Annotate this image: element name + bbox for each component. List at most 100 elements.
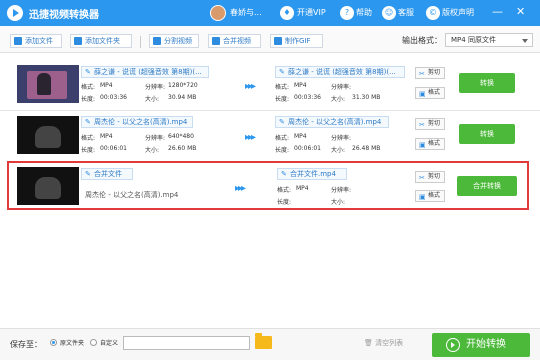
app-title: 迅捷视频转换器 xyxy=(29,10,99,21)
format-button[interactable]: ▣ 格式 xyxy=(415,87,445,99)
scissors-icon: ✂ xyxy=(419,174,425,182)
output-format: MP4 xyxy=(294,82,307,89)
merge-output-name[interactable]: 合并文件.mp4 xyxy=(277,168,347,180)
convert-button[interactable]: 转换 xyxy=(459,73,515,93)
output-size: 31.30 MB xyxy=(352,94,381,101)
add-folder-button[interactable]: 添加文件夹 xyxy=(70,34,132,48)
source-duration: 00:06:01 xyxy=(100,145,127,152)
clear-list-button[interactable]: 🗑 清空列表 xyxy=(364,338,403,348)
add-file-button[interactable]: 添加文件 xyxy=(10,34,62,48)
custom-folder-radio[interactable] xyxy=(90,339,97,346)
app-logo-icon xyxy=(7,5,23,21)
divider xyxy=(140,36,141,48)
scissors-icon: ✂ xyxy=(419,70,425,78)
folder-icon xyxy=(74,37,82,45)
output-size: 26.48 MB xyxy=(352,145,381,152)
source-format: MP4 xyxy=(100,82,113,89)
help-link[interactable]: 帮助 xyxy=(356,7,372,18)
arrow-right-icon: ▸▸▸ xyxy=(235,183,246,194)
plus-icon xyxy=(14,37,22,45)
source-file-name[interactable]: 周杰伦 - 以父之名(高清).mp4 xyxy=(81,116,193,128)
cut-button[interactable]: ✂ 剪切 xyxy=(415,118,445,130)
make-gif-button[interactable]: 制作GIF xyxy=(270,34,323,48)
save-to-label: 保存至： xyxy=(10,340,42,349)
video-thumbnail xyxy=(17,116,79,154)
toolbar: 添加文件 添加文件夹 分割视频 合并视频 制作GIF 输出格式： MP4 同原文… xyxy=(0,26,540,53)
format-button[interactable]: ▣ 格式 xyxy=(415,190,445,202)
split-icon xyxy=(153,37,161,45)
gif-icon xyxy=(274,37,282,45)
convert-button[interactable]: 转换 xyxy=(459,124,515,144)
cut-button[interactable]: ✂ 剪切 xyxy=(415,67,445,79)
copyright-link[interactable]: 版权声明 xyxy=(442,7,474,18)
scissors-icon: ✂ xyxy=(419,121,425,129)
duration-label: 长度: xyxy=(277,199,292,206)
vip-link[interactable]: 开通VIP xyxy=(297,7,326,18)
resolution-label: 分辨率: xyxy=(145,135,166,142)
folder-icon[interactable] xyxy=(255,333,272,349)
merge-icon xyxy=(212,37,220,45)
file-row: 周杰伦 - 以父之名(高清).mp4 格式: MP4 分辨率: 640*480 … xyxy=(11,112,527,158)
duration-label: 长度: xyxy=(81,96,96,103)
output-duration: 00:03:36 xyxy=(294,94,321,101)
service-link[interactable]: 客服 xyxy=(398,7,414,18)
source-file-name[interactable]: 薛之谦 - 说谎 (超强音效 第8期)(... xyxy=(81,66,209,78)
user-name[interactable]: 春娇与... xyxy=(230,7,262,18)
output-file-name[interactable]: 薛之谦 - 说谎 (超强音效 第8期)(... xyxy=(275,66,405,78)
bottom-bar: 保存至： 原文件夹 自定义 🗑 清空列表 开始转换 xyxy=(0,328,540,360)
merge-output-format: MP4 xyxy=(296,185,309,192)
start-convert-button[interactable]: 开始转换 xyxy=(432,333,530,357)
title-bar: 迅捷视频转换器 春娇与... ♦ 开通VIP ? 帮助 ☺ 客服 © 版权声明 … xyxy=(0,0,540,26)
resolution-label: 分辨率: xyxy=(331,84,352,91)
custom-folder-label: 自定义 xyxy=(100,340,119,347)
minimize-button[interactable]: — xyxy=(492,6,503,18)
help-icon[interactable]: ? xyxy=(340,6,354,20)
format-label: 格式: xyxy=(277,187,292,194)
size-label: 大小: xyxy=(331,96,346,103)
merge-row: 合并文件 周杰伦 - 以父之名(高清).mp4 ▸▸▸ 合并文件.mp4 格式:… xyxy=(7,161,529,210)
output-file-name[interactable]: 周杰伦 - 以父之名(高清).mp4 xyxy=(275,116,389,128)
format-button[interactable]: ▣ 格式 xyxy=(415,138,445,150)
merge-source-name[interactable]: 合并文件 xyxy=(81,168,133,180)
avatar[interactable] xyxy=(210,5,226,21)
source-duration: 00:03:36 xyxy=(100,94,127,101)
output-format-label: 输出格式： xyxy=(402,36,442,45)
close-button[interactable]: ✕ xyxy=(516,6,525,18)
format-icon: ▣ xyxy=(419,141,426,149)
size-label: 大小: xyxy=(331,147,346,154)
vip-icon[interactable]: ♦ xyxy=(280,6,294,20)
duration-label: 长度: xyxy=(81,147,96,154)
source-folder-label: 原文件夹 xyxy=(60,340,85,347)
divider xyxy=(0,110,540,111)
format-label: 格式: xyxy=(275,84,290,91)
source-size: 30.94 MB xyxy=(168,94,197,101)
source-folder-radio[interactable] xyxy=(50,339,57,346)
output-format-select[interactable]: MP4 同原文件 xyxy=(445,33,533,47)
merge-convert-button[interactable]: 合并转换 xyxy=(457,176,517,196)
save-path-input[interactable] xyxy=(123,336,250,350)
format-icon: ▣ xyxy=(419,193,426,201)
video-thumbnail xyxy=(17,65,79,103)
cut-button[interactable]: ✂ 剪切 xyxy=(415,171,445,183)
resolution-label: 分辨率: xyxy=(331,187,352,194)
format-label: 格式: xyxy=(81,135,96,142)
service-icon[interactable]: ☺ xyxy=(382,6,396,20)
output-duration: 00:06:01 xyxy=(294,145,321,152)
copyright-icon[interactable]: © xyxy=(426,6,440,20)
duration-label: 长度: xyxy=(275,96,290,103)
format-icon: ▣ xyxy=(419,90,426,98)
video-thumbnail xyxy=(17,167,79,205)
arrow-right-icon: ▸▸▸ xyxy=(245,132,256,143)
resolution-label: 分辨率: xyxy=(331,135,352,142)
source-size: 26.60 MB xyxy=(168,145,197,152)
file-row: 薛之谦 - 说谎 (超强音效 第8期)(... 格式: MP4 分辨率: 128… xyxy=(11,61,527,107)
format-label: 格式: xyxy=(275,135,290,142)
resolution-label: 分辨率: xyxy=(145,84,166,91)
duration-label: 长度: xyxy=(275,147,290,154)
size-label: 大小: xyxy=(331,199,346,206)
merge-video-button[interactable]: 合并视频 xyxy=(208,34,261,48)
format-label: 格式: xyxy=(81,84,96,91)
size-label: 大小: xyxy=(145,147,160,154)
arrow-right-icon: ▸▸▸ xyxy=(245,81,256,92)
split-video-button[interactable]: 分割视频 xyxy=(149,34,199,48)
